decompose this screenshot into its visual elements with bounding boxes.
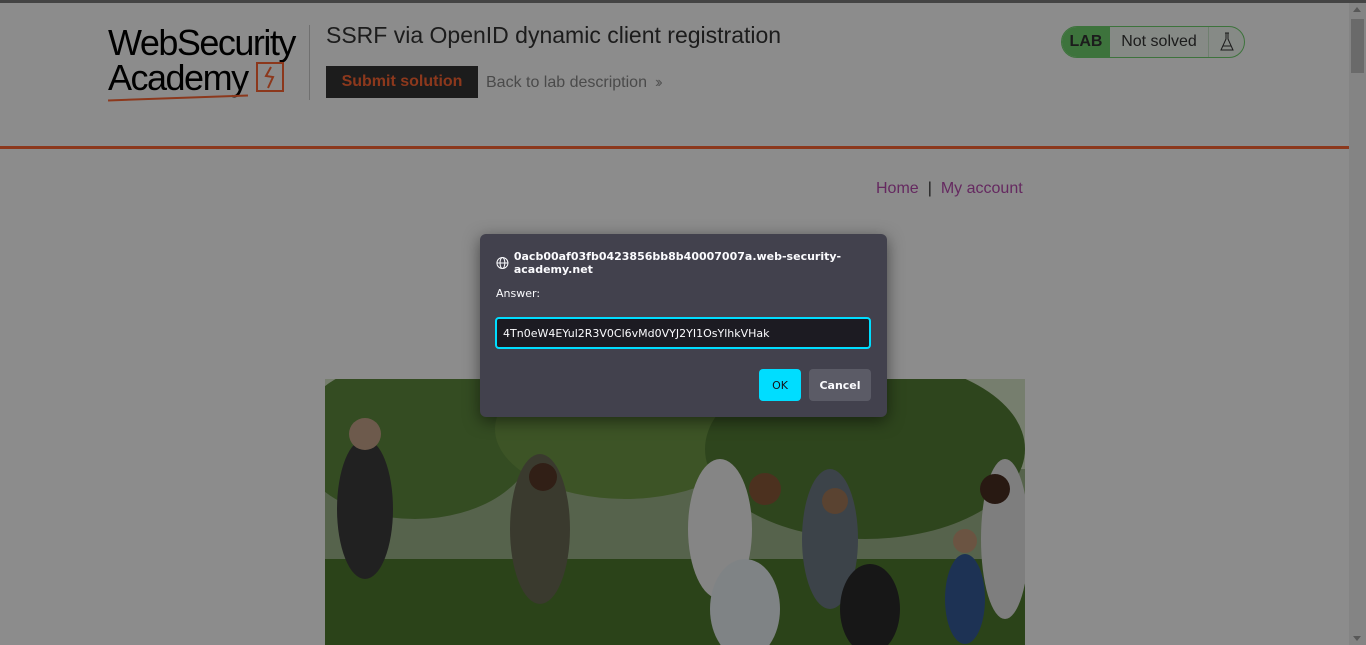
cancel-button[interactable]: Cancel bbox=[809, 369, 871, 401]
globe-icon bbox=[496, 256, 509, 270]
prompt-dialog: 0acb00af03fb0423856bb8b40007007a.web-sec… bbox=[480, 234, 887, 417]
dialog-host-text: 0acb00af03fb0423856bb8b40007007a.web-sec… bbox=[513, 250, 842, 276]
answer-label: Answer: bbox=[496, 287, 541, 300]
ok-button[interactable]: OK bbox=[759, 369, 801, 401]
answer-input[interactable] bbox=[495, 317, 871, 349]
dialog-origin: 0acb00af03fb0423856bb8b40007007a.web-sec… bbox=[496, 250, 887, 276]
